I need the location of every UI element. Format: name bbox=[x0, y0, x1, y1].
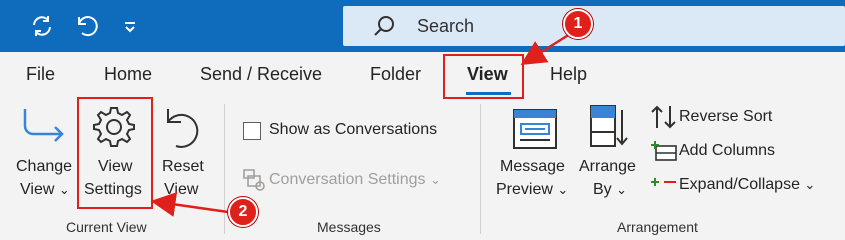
add-columns-icon bbox=[650, 140, 678, 169]
search-input[interactable]: Search bbox=[343, 6, 845, 46]
tab-folder[interactable]: Folder bbox=[370, 64, 421, 85]
title-bar: Search bbox=[0, 0, 845, 52]
expand-collapse-icon bbox=[650, 174, 678, 201]
chevron-down-icon: ⌄ bbox=[804, 177, 816, 192]
reset-view-label-line2[interactable]: View bbox=[164, 181, 198, 199]
show-as-conversations-checkbox[interactable] bbox=[243, 122, 261, 140]
messages-group-label: Messages bbox=[317, 219, 381, 235]
tab-help[interactable]: Help bbox=[550, 64, 587, 85]
expand-collapse-label[interactable]: Expand/Collapse ⌄ bbox=[679, 176, 815, 194]
undo-icon[interactable] bbox=[72, 12, 100, 40]
reset-view-label-line1[interactable]: Reset bbox=[162, 158, 204, 176]
current-view-group-label: Current View bbox=[66, 219, 147, 235]
tab-file[interactable]: File bbox=[26, 64, 55, 85]
search-placeholder: Search bbox=[417, 16, 475, 36]
arrange-by-label-line1[interactable]: Arrange bbox=[579, 158, 636, 176]
message-preview-icon bbox=[512, 108, 558, 155]
refresh-icon[interactable] bbox=[28, 12, 56, 40]
arrange-by-label-line2[interactable]: By ⌄ bbox=[593, 181, 627, 199]
reverse-sort-icon bbox=[650, 104, 678, 135]
change-view-label-line2[interactable]: View ⌄ bbox=[20, 181, 70, 199]
conversation-settings-label[interactable]: Conversation Settings ⌄ bbox=[269, 171, 441, 189]
chevron-down-icon: ⌄ bbox=[429, 172, 441, 187]
arrange-by-icon bbox=[588, 104, 628, 157]
arrangement-group-label: Arrangement bbox=[617, 219, 698, 235]
chevron-down-icon: ⌄ bbox=[557, 182, 569, 197]
annotation-badge-1: 1 bbox=[563, 9, 593, 39]
group-divider bbox=[224, 104, 225, 234]
reverse-sort-label[interactable]: Reverse Sort bbox=[679, 108, 772, 126]
search-icon bbox=[373, 14, 397, 43]
view-tab-highlight bbox=[443, 54, 524, 99]
change-view-label-line1[interactable]: Change bbox=[16, 158, 72, 176]
tab-send-receive[interactable]: Send / Receive bbox=[200, 64, 322, 85]
chevron-down-icon: ⌄ bbox=[58, 182, 70, 197]
view-settings-highlight bbox=[77, 97, 153, 209]
reset-view-icon bbox=[162, 106, 206, 155]
annotation-badge-2: 2 bbox=[228, 197, 258, 227]
show-as-conversations-label[interactable]: Show as Conversations bbox=[269, 121, 437, 139]
add-columns-label[interactable]: Add Columns bbox=[679, 142, 775, 160]
message-preview-label-line1[interactable]: Message bbox=[500, 158, 565, 176]
ribbon-tabs: File Home Send / Receive Folder View Hel… bbox=[0, 52, 845, 98]
conversation-settings-icon bbox=[240, 168, 266, 197]
tab-home[interactable]: Home bbox=[104, 64, 152, 85]
change-view-icon bbox=[22, 106, 68, 151]
chevron-down-icon: ⌄ bbox=[616, 182, 628, 197]
group-divider bbox=[480, 104, 481, 234]
customize-toolbar-icon[interactable] bbox=[116, 12, 144, 40]
message-preview-label-line2[interactable]: Preview ⌄ bbox=[496, 181, 568, 199]
